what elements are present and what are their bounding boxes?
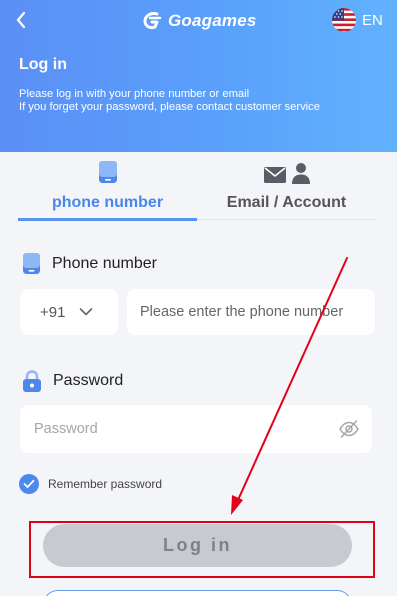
login-method-tabs: phone number Email / Account	[18, 152, 376, 221]
subtitle-line: Please log in with your phone number or …	[19, 88, 250, 100]
phone-number-label: Phone number	[52, 254, 157, 272]
tab-label: Email / Account	[226, 194, 347, 211]
language-selector[interactable]: EN	[332, 8, 383, 32]
phone-number-label-row: Phone number	[22, 252, 157, 275]
lock-icon	[23, 370, 41, 392]
us-flag-icon	[332, 8, 356, 32]
tab-phone-number[interactable]: phone number	[18, 152, 197, 221]
password-field	[20, 405, 372, 453]
mail-icon	[263, 167, 286, 183]
password-label-row: Password	[22, 369, 123, 393]
secondary-button[interactable]	[43, 590, 352, 596]
phone-number-input[interactable]	[127, 289, 375, 335]
checkmark-icon	[19, 474, 39, 494]
login-header: Goagames EN Log in Please log in with yo…	[0, 0, 397, 152]
chevron-down-icon	[80, 308, 93, 316]
active-tab-indicator	[18, 218, 197, 221]
tab-email-account[interactable]: Email / Account	[197, 152, 376, 220]
back-button[interactable]	[10, 8, 34, 32]
chevron-left-icon	[16, 11, 26, 29]
country-code-selector[interactable]: +91	[20, 289, 118, 335]
password-label: Password	[53, 372, 124, 389]
language-code: EN	[362, 11, 383, 29]
phone-icon	[23, 253, 40, 274]
eye-off-icon[interactable]	[338, 418, 360, 440]
user-icon	[291, 163, 310, 184]
logo-text: Goagames	[168, 11, 257, 30]
phone-number-field	[127, 289, 375, 335]
subtitle-line: If you forget your password, please cont…	[19, 100, 320, 113]
page-subtitle: Please log in with your phone number or …	[19, 88, 320, 113]
logo-mark-icon	[143, 12, 162, 30]
page-title: Log in	[19, 56, 67, 73]
phone-icon	[98, 161, 117, 183]
app-logo: Goagames	[142, 9, 257, 33]
remember-password-label: Remember password	[48, 477, 163, 491]
country-code-value: +91	[40, 303, 66, 321]
annotation-highlight-box	[29, 521, 375, 578]
tab-label: phone number	[51, 194, 164, 211]
remember-password-checkbox[interactable]: Remember password	[19, 474, 162, 494]
password-input[interactable]	[20, 405, 372, 453]
